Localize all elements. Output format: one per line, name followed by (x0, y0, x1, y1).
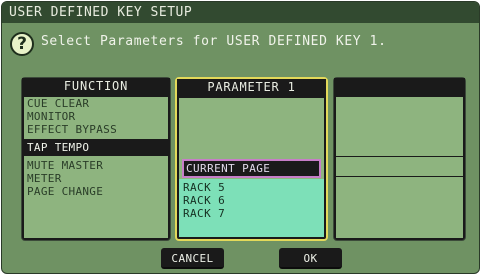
parameter-current-page[interactable]: CURRENT PAGE (182, 159, 321, 178)
function-item-tap-tempo[interactable]: TAP TEMPO (24, 139, 168, 156)
list-divider (336, 156, 463, 157)
parameter-item-rack-6[interactable]: RACK 6 (179, 194, 324, 207)
parameter-options[interactable]: RACK 5 RACK 6 RACK 7 (179, 179, 324, 237)
cancel-button[interactable]: CANCEL (161, 248, 224, 269)
function-item-cue-clear[interactable]: CUE CLEAR (24, 97, 168, 110)
function-list-body[interactable]: CUE CLEAR MONITOR EFFECT BYPASS TAP TEMP… (24, 97, 168, 238)
parameter-item-rack-5[interactable]: RACK 5 (179, 181, 324, 194)
function-item-page-change[interactable]: PAGE CHANGE (24, 185, 168, 198)
function-item-mute-master[interactable]: MUTE MASTER (24, 159, 168, 172)
parameter-list-body[interactable]: CURRENT PAGE RACK 5 RACK 6 RACK 7 (179, 98, 324, 237)
parameter-list-empty-area (179, 98, 324, 156)
function-item-effect-bypass[interactable]: EFFECT BYPASS (24, 123, 168, 136)
function-item-monitor[interactable]: MONITOR (24, 110, 168, 123)
function-header: FUNCTION (22, 78, 170, 95)
function-item-meter[interactable]: METER (24, 172, 168, 185)
parameter-item-rack-7[interactable]: RACK 7 (179, 207, 324, 220)
prompt-text: Select Parameters for USER DEFINED KEY 1… (41, 34, 387, 49)
ok-button[interactable]: OK (279, 248, 342, 269)
parameter-header: PARAMETER 1 (177, 79, 326, 96)
dialog-title: USER DEFINED KEY SETUP (2, 2, 479, 23)
list-divider (336, 176, 463, 177)
parameter-list[interactable]: PARAMETER 1 CURRENT PAGE RACK 5 RACK 6 R… (175, 77, 328, 241)
parameter-2-list-body[interactable] (336, 97, 463, 238)
function-list[interactable]: FUNCTION CUE CLEAR MONITOR EFFECT BYPASS… (21, 77, 171, 241)
question-icon: ? (10, 32, 34, 56)
parameter-2-list[interactable] (333, 77, 466, 241)
parameter-2-header (334, 78, 465, 95)
